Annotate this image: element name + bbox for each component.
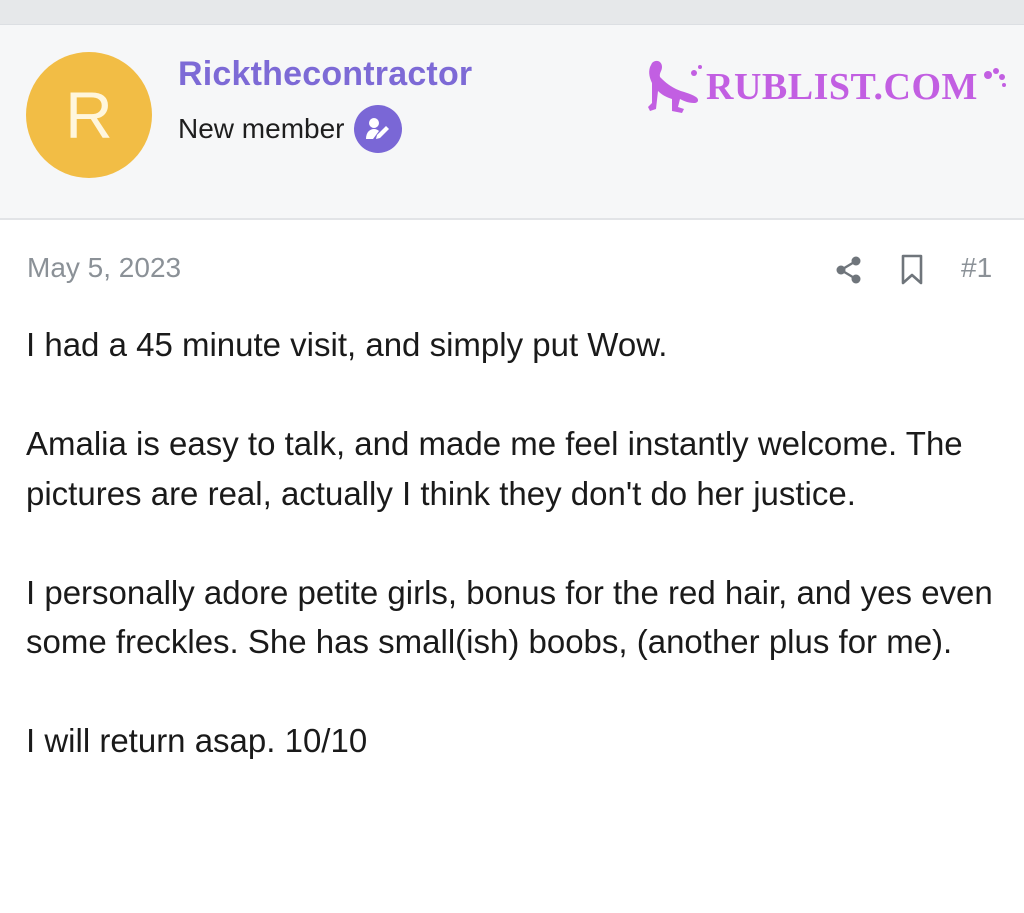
user-pen-icon — [354, 105, 403, 153]
bookmark-icon[interactable] — [898, 252, 926, 288]
post-author-header: R Rickthecontractor New member RUBLIST.C… — [0, 24, 1024, 220]
post-paragraph: I had a 45 minute visit, and simply put … — [26, 326, 668, 363]
paw-decoration-icon — [983, 68, 1006, 87]
avatar-letter: R — [65, 78, 113, 152]
post-meta: May 5, 2023 #1 — [0, 246, 1024, 296]
post-paragraph: I will return asap. 10/10 — [26, 722, 368, 759]
post-paragraph: Amalia is easy to talk, and made me feel… — [26, 425, 963, 512]
post-date[interactable]: May 5, 2023 — [27, 252, 181, 284]
user-role-label: New member — [178, 113, 345, 144]
avatar[interactable]: R — [26, 52, 152, 178]
logo-text: RUBLIST.COM — [706, 66, 978, 108]
user-role: New member — [178, 105, 403, 153]
rublist-logo: RUBLIST.COM — [644, 59, 1008, 115]
username-link[interactable]: Rickthecontractor — [178, 55, 472, 94]
share-icon[interactable] — [833, 252, 865, 288]
silhouette-icon — [648, 60, 702, 113]
top-strip — [0, 0, 1024, 24]
post-paragraph: I personally adore petite girls, bonus f… — [26, 573, 993, 661]
post-body: I had a 45 minute visit, and simply put … — [26, 320, 1001, 815]
post-number-link[interactable]: #1 — [961, 252, 992, 284]
